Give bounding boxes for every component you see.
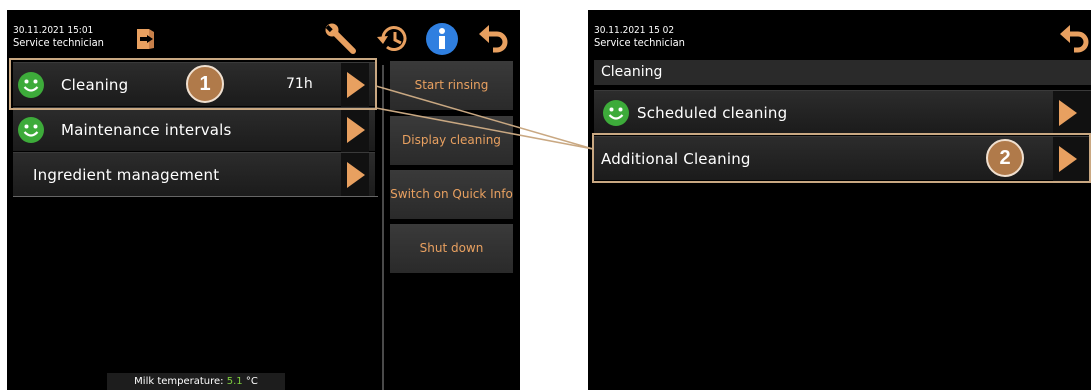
callout-2: 2: [986, 139, 1024, 177]
callout-1: 1: [186, 65, 224, 103]
